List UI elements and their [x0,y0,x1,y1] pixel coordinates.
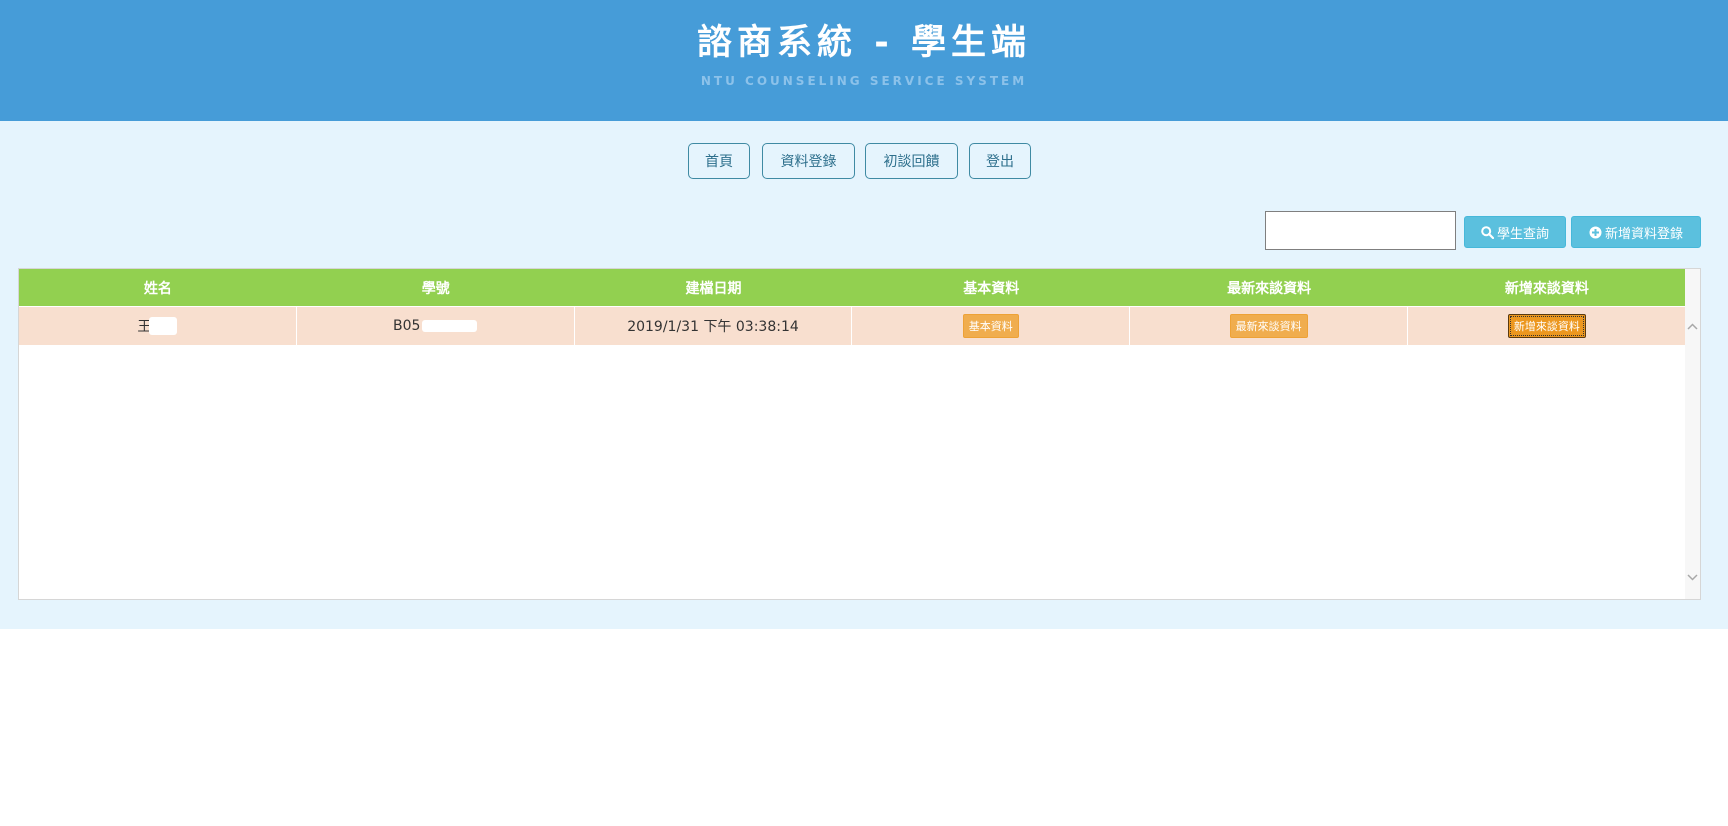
column-header-basic-info: 基本資料 [963,280,1020,297]
cell-basic-info: 基本資料 [852,307,1131,345]
nav-logout-button[interactable]: 登出 [969,143,1031,179]
chevron-down-icon[interactable] [1687,572,1698,583]
redacted-mask [422,320,478,332]
column-header-created-date: 建檔日期 [685,280,742,297]
page-subtitle: NTU COUNSELING SERVICE SYSTEM [700,74,1028,88]
nav-data-entry-button[interactable]: 資料登錄 [762,143,855,179]
add-record-label: 新增資料登錄 [1604,226,1683,242]
column-header-student-id: 學號 [421,280,450,297]
basic-info-button[interactable]: 基本資料 [962,314,1019,338]
cell-new-visit: 新增來談資料 [1408,307,1686,345]
cell-student-id: B05 [297,307,575,345]
page-header: 諮商系統 - 學生端 NTU COUNSELING SERVICE SYSTEM [0,0,1728,121]
student-table: 姓名 學號 建檔日期 基本資料 最新來談資料 新增來談資料 王 B05 2019… [18,268,1701,600]
student-search-label: 學生查詢 [1496,226,1549,242]
student-search-button[interactable]: 學生查詢 [1464,216,1566,248]
new-visit-button[interactable]: 新增來談資料 [1507,314,1586,338]
nav-home-button[interactable]: 首頁 [688,143,750,179]
vertical-scrollbar[interactable] [1685,269,1700,599]
page-title: 諮商系統 - 學生端 [697,23,1031,63]
search-icon [1481,225,1494,239]
column-header-new-visit: 新增來談資料 [1504,280,1589,297]
cell-created-date: 2019/1/31 下午 03:38:14 [575,307,853,345]
cell-name: 王 [19,307,297,345]
plus-circle-icon [1589,226,1602,239]
search-input[interactable] [1265,211,1456,250]
table-header: 姓名 學號 建檔日期 基本資料 最新來談資料 新增來談資料 [19,269,1686,306]
column-header-name: 姓名 [143,280,172,297]
chevron-up-icon[interactable] [1687,321,1698,332]
redacted-mask [149,317,178,335]
student-id: B05 [392,318,421,334]
cell-latest-visit: 最新來談資料 [1130,307,1408,345]
column-header-latest-visit: 最新來談資料 [1227,280,1312,297]
nav-feedback-button[interactable]: 初談回饋 [865,143,958,179]
table-row: 王 B05 2019/1/31 下午 03:38:14 基本資料 最新來談資料 … [19,307,1686,345]
latest-visit-button[interactable]: 最新來談資料 [1229,314,1308,338]
add-record-button[interactable]: 新增資料登錄 [1571,216,1701,248]
